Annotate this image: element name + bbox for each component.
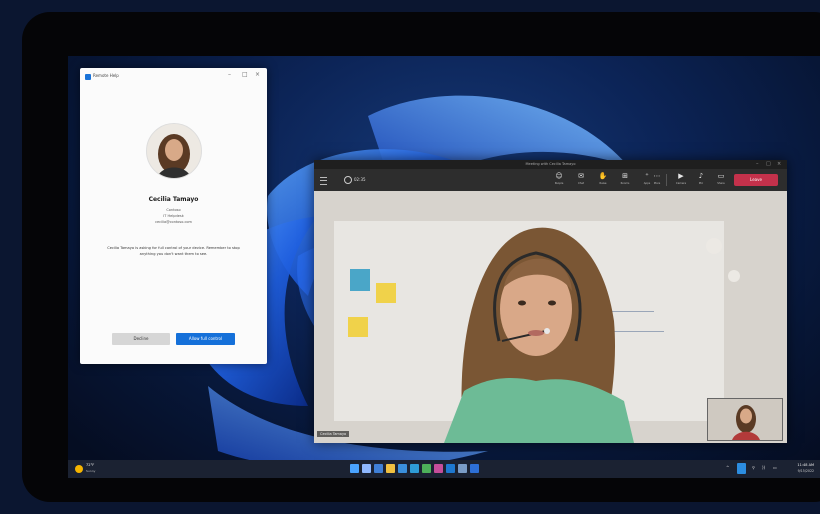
outlook-icon[interactable] xyxy=(458,464,467,473)
toolbar-divider xyxy=(666,174,667,186)
weather-sun-icon[interactable] xyxy=(75,465,83,473)
weather-temperature: 72°F xyxy=(86,463,95,467)
edge-browser-icon[interactable] xyxy=(410,464,419,473)
share-icon: ▭ xyxy=(717,172,725,180)
mail-icon[interactable] xyxy=(434,464,443,473)
maximize-icon[interactable]: □ xyxy=(242,71,248,79)
decline-button[interactable]: Decline xyxy=(112,333,170,345)
desktop: Remote Help – □ × Cecilia Tamayo Contoso… xyxy=(68,56,820,478)
store-icon[interactable] xyxy=(422,464,431,473)
clock-date[interactable]: 9/15/2022 xyxy=(786,469,814,473)
weather-description: Sunny xyxy=(86,469,96,473)
contact-avatar xyxy=(146,123,202,179)
rooms-icon: ⊞ xyxy=(622,172,628,180)
remote-help-dialog: Remote Help – □ × Cecilia Tamayo Contoso… xyxy=(80,68,267,364)
meeting-toolbar: 02:35 ☺ People ✉ Chat ✋ Raise ⊞ Rooms ⁺ Apps … xyxy=(314,169,787,191)
search-icon[interactable] xyxy=(362,464,371,473)
menu-icon[interactable] xyxy=(320,177,327,185)
start-button-icon[interactable] xyxy=(350,464,359,473)
maximize-icon[interactable]: □ xyxy=(766,161,771,167)
people-button[interactable]: ☺ People xyxy=(550,172,568,185)
widgets-icon[interactable] xyxy=(386,464,395,473)
leave-button[interactable]: Leave xyxy=(734,174,778,186)
camera-button[interactable]: ▶ Camera xyxy=(672,172,690,185)
tray-chevron-icon[interactable]: ^ xyxy=(726,465,729,470)
remote-help-taskbar-icon[interactable] xyxy=(470,464,479,473)
participant-video: Cecilia Tamayo xyxy=(314,191,787,443)
dialog-title: Remote Help xyxy=(93,73,119,78)
meeting-title: Meeting with Cecilia Tamayo xyxy=(525,162,576,166)
contact-name: Cecilia Tamayo xyxy=(148,196,199,203)
allow-full-control-button[interactable]: Allow full control xyxy=(176,333,235,345)
share-button[interactable]: ▭ Share xyxy=(712,172,730,185)
people-icon: ☺ xyxy=(555,172,563,180)
minimize-icon[interactable]: – xyxy=(228,71,231,79)
teams-meeting-window: Meeting with Cecilia Tamayo – □ × 02:35 … xyxy=(314,160,787,443)
call-timer: 02:35 xyxy=(354,177,366,182)
request-message: Cecilia Tamayo is asking for full contro… xyxy=(107,246,240,256)
teams-app-icon[interactable] xyxy=(446,464,455,473)
meeting-info-icon[interactable] xyxy=(344,176,352,184)
remote-help-app-icon xyxy=(85,74,91,80)
raise-hand-button[interactable]: ✋ Raise xyxy=(594,172,612,185)
more-button[interactable]: ⋯ More xyxy=(648,172,666,185)
chat-button[interactable]: ✉ Chat xyxy=(572,172,590,185)
self-view-video[interactable] xyxy=(707,398,783,441)
contact-email: cecilia@contoso.com xyxy=(155,220,192,224)
close-icon[interactable]: × xyxy=(777,161,781,167)
contact-company: Contoso xyxy=(166,208,181,212)
rooms-button[interactable]: ⊞ Rooms xyxy=(616,172,634,185)
contact-role: IT Helpdesk xyxy=(163,214,184,218)
mic-button[interactable]: ♪ Mic xyxy=(692,172,710,185)
more-icon: ⋯ xyxy=(653,172,661,180)
tray-network-icon[interactable]: ⚲ xyxy=(752,465,755,470)
tray-active-app-icon[interactable] xyxy=(737,463,746,474)
raise-hand-icon: ✋ xyxy=(598,172,608,180)
dialog-titlebar: Remote Help – □ × xyxy=(80,68,267,86)
chat-icon: ✉ xyxy=(578,172,584,180)
tray-battery-icon[interactable]: ▭ xyxy=(773,465,777,470)
participant-name-tag: Cecilia Tamayo xyxy=(317,431,350,437)
mic-icon: ♪ xyxy=(698,172,704,180)
teams-titlebar: Meeting with Cecilia Tamayo – □ × xyxy=(314,160,787,169)
camera-icon: ▶ xyxy=(678,172,684,180)
minimize-icon[interactable]: – xyxy=(756,161,759,167)
tray-volume-icon[interactable]: )) xyxy=(762,465,765,470)
clock-time[interactable]: 11:48 AM xyxy=(786,463,814,467)
task-view-icon[interactable] xyxy=(374,464,383,473)
file-explorer-icon[interactable] xyxy=(398,464,407,473)
close-icon[interactable]: × xyxy=(255,71,260,79)
taskbar: 72°F Sunny ^ ⚲ )) ▭ 11:48 AM 9/15/2022 xyxy=(68,460,820,478)
